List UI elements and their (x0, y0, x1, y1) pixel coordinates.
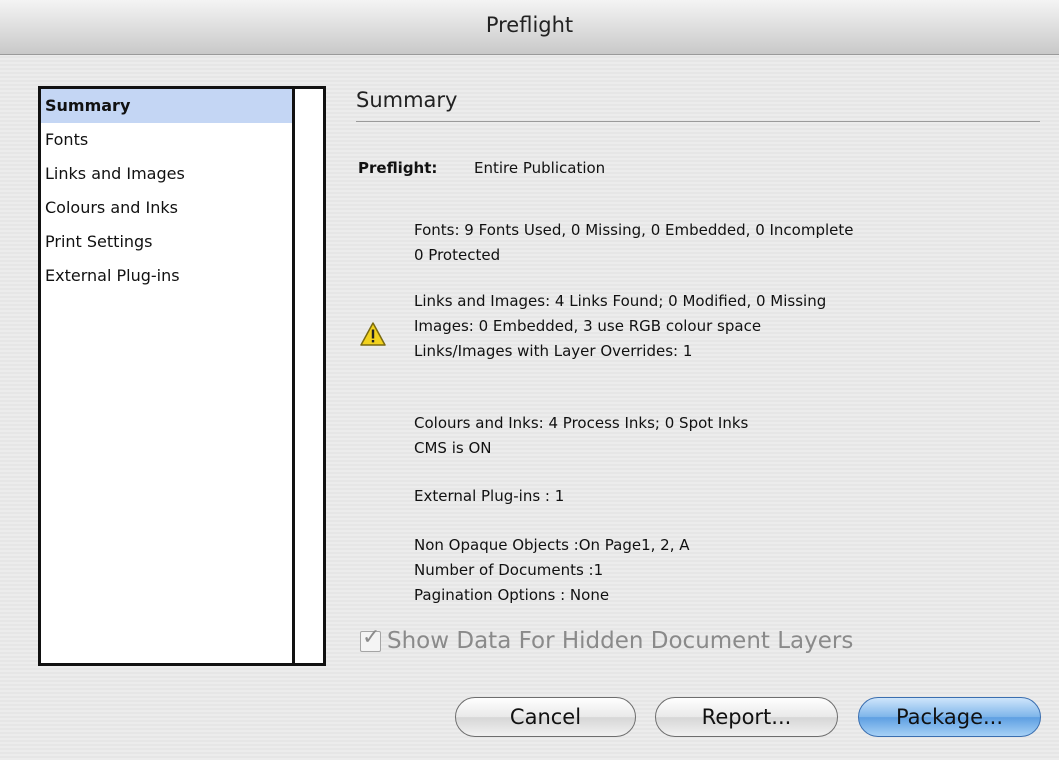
colours-line-1: Colours and Inks: 4 Process Inks; 0 Spot… (414, 414, 749, 432)
other-line-2: Number of Documents :1 (414, 561, 604, 579)
warning-icon (360, 322, 386, 346)
sidebar-scrollbar[interactable] (292, 89, 323, 663)
plugins-summary: External Plug-ins : 1 (414, 484, 564, 509)
sidebar-item-colours-and-inks[interactable]: Colours and Inks (41, 191, 296, 225)
show-hidden-layers-checkbox[interactable]: ✓ (360, 625, 381, 652)
heading-divider (356, 121, 1040, 122)
links-line-1: Links and Images: 4 Links Found; 0 Modif… (414, 292, 827, 310)
sidebar-item-links-and-images[interactable]: Links and Images (41, 157, 296, 191)
sidebar-item-summary[interactable]: Summary (41, 89, 296, 123)
report-button[interactable]: Report... (655, 697, 838, 737)
sidebar-items: Summary Fonts Links and Images Colours a… (41, 89, 296, 663)
sidebar-item-external-plugins[interactable]: External Plug-ins (41, 259, 296, 293)
package-button[interactable]: Package... (858, 697, 1041, 737)
links-line-2: Images: 0 Embedded, 3 use RGB colour spa… (414, 317, 762, 335)
sidebar-item-fonts[interactable]: Fonts (41, 123, 296, 157)
other-line-1: Non Opaque Objects :On Page1, 2, A (414, 536, 690, 554)
page-title: Summary (356, 88, 458, 112)
cancel-button[interactable]: Cancel (455, 697, 636, 737)
preflight-scope-value: Entire Publication (474, 159, 606, 177)
fonts-line-1: Fonts: 9 Fonts Used, 0 Missing, 0 Embedd… (414, 221, 854, 239)
show-hidden-layers-option[interactable]: ✓ Show Data For Hidden Document Layers (360, 625, 854, 654)
other-line-3: Pagination Options : None (414, 586, 610, 604)
show-hidden-layers-label: Show Data For Hidden Document Layers (387, 628, 854, 654)
other-summary: Non Opaque Objects :On Page1, 2, A Numbe… (414, 533, 690, 608)
window-title: Preflight (0, 0, 1059, 55)
colours-line-2: CMS is ON (414, 439, 492, 457)
fonts-line-2: 0 Protected (414, 246, 501, 264)
links-line-3: Links/Images with Layer Overrides: 1 (414, 342, 693, 360)
plugins-line-1: External Plug-ins : 1 (414, 487, 565, 505)
sidebar-list[interactable]: Summary Fonts Links and Images Colours a… (38, 86, 326, 666)
colours-inks-summary: Colours and Inks: 4 Process Inks; 0 Spot… (414, 411, 748, 461)
sidebar-item-print-settings[interactable]: Print Settings (41, 225, 296, 259)
fonts-summary: Fonts: 9 Fonts Used, 0 Missing, 0 Embedd… (414, 218, 854, 268)
checkmark-icon: ✓ (362, 624, 381, 650)
preflight-label: Preflight: (358, 159, 438, 177)
links-images-summary: Links and Images: 4 Links Found; 0 Modif… (414, 289, 826, 364)
